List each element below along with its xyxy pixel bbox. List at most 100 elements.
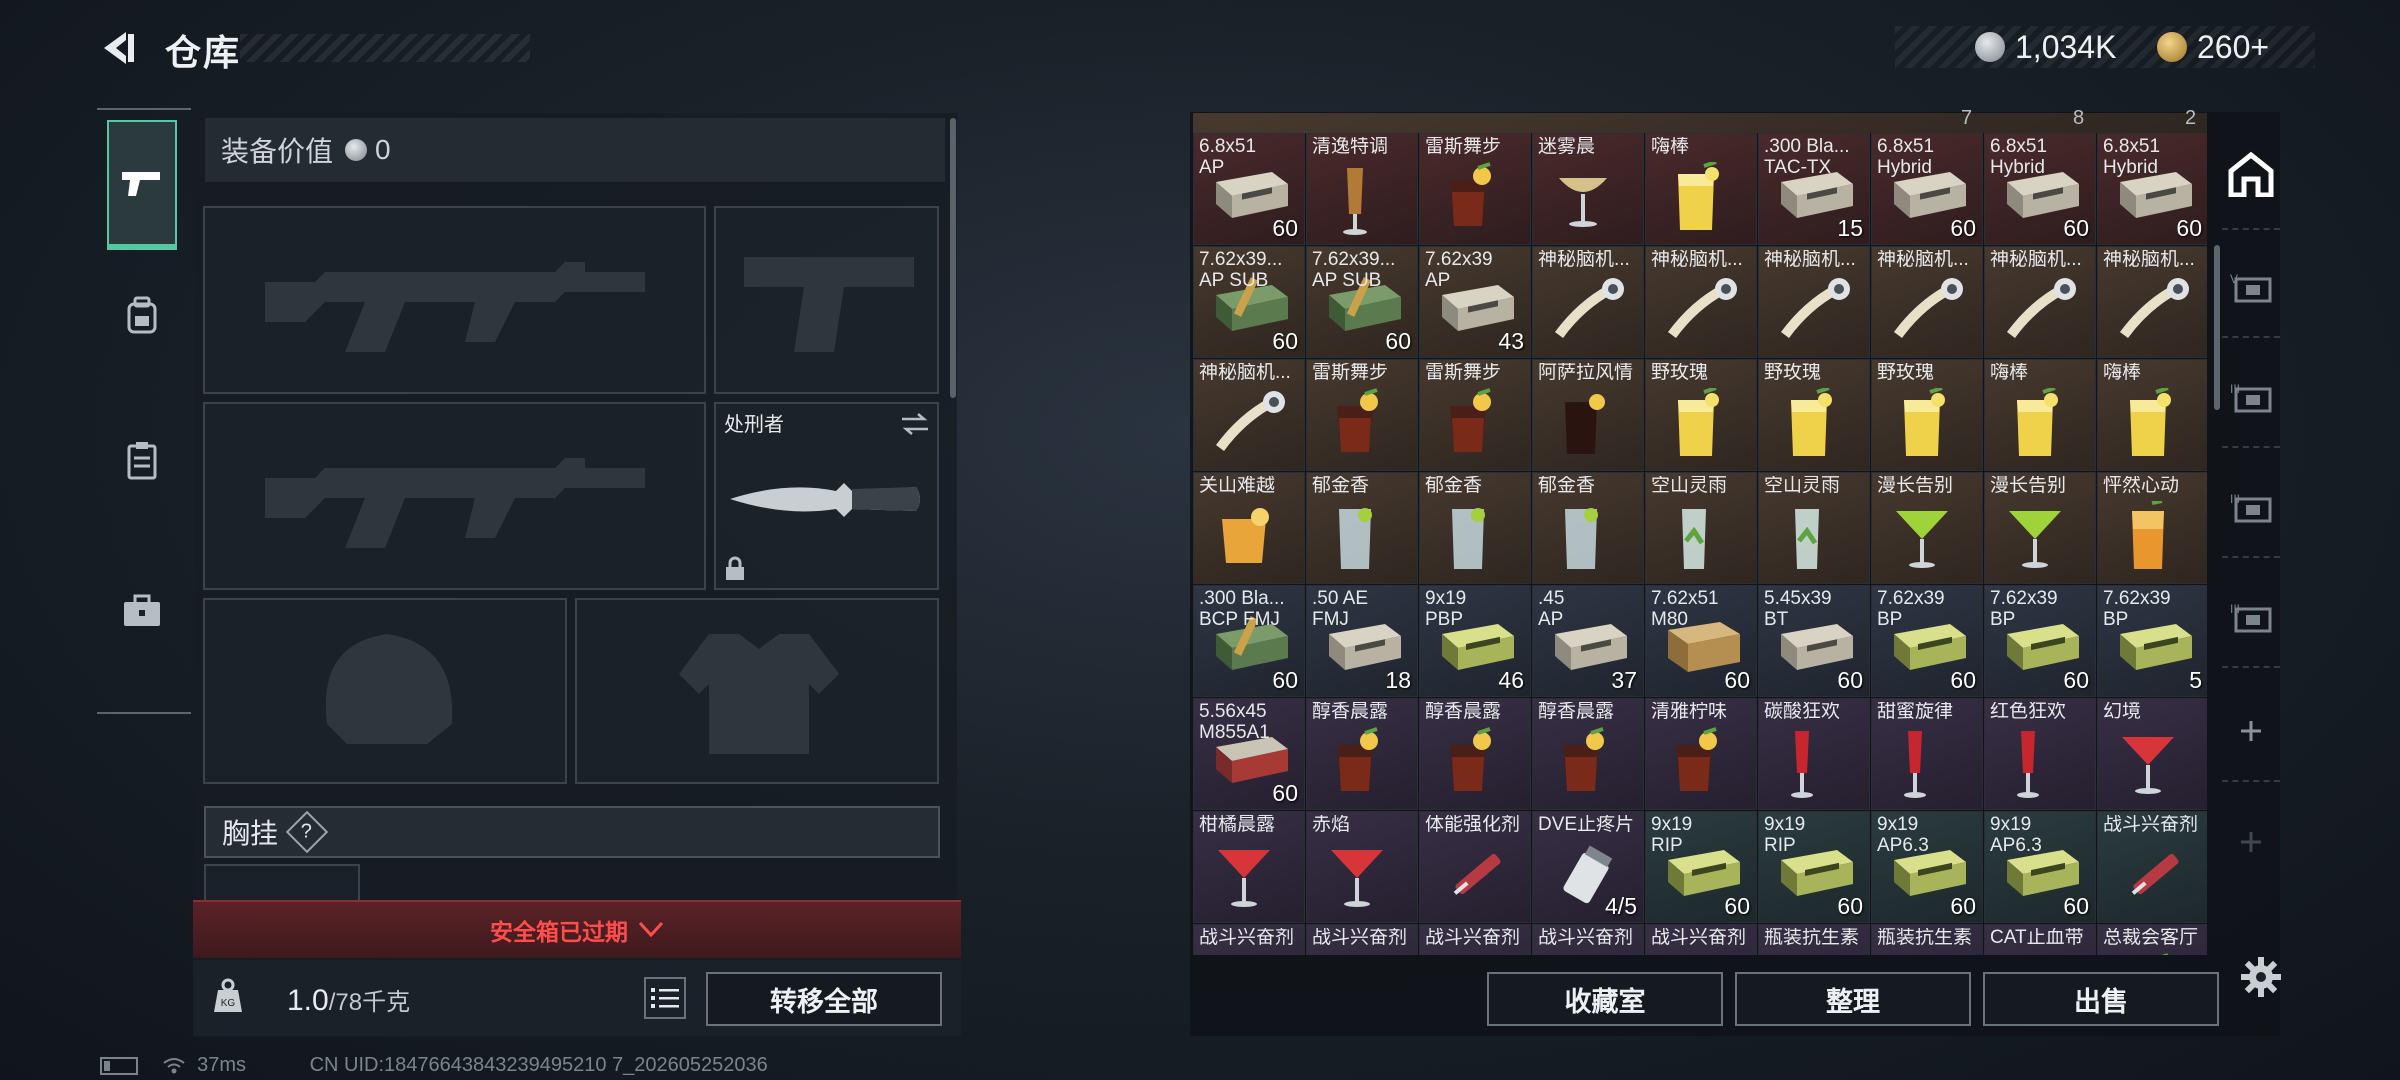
stash-item[interactable]: 醇香晨露	[1306, 698, 1418, 810]
nav-weapons[interactable]	[107, 120, 177, 250]
gold-currency[interactable]: 260+	[2157, 26, 2269, 68]
stash-item[interactable]: 清逸特调	[1306, 133, 1418, 245]
stash-item[interactable]: 嗨棒	[2097, 359, 2207, 471]
stash-item[interactable]: 7.62x39... AP SUB 60	[1193, 246, 1305, 358]
stash-item[interactable]: 6.8x51 Hybrid 60	[2097, 133, 2207, 245]
stash-item[interactable]: 雷斯舞步	[1419, 133, 1531, 245]
stash-item[interactable]: 神秘脑机...	[1645, 246, 1757, 358]
stash-item[interactable]: 神秘脑机...	[1193, 359, 1305, 471]
stash-item[interactable]: 神秘脑机...	[1984, 246, 2096, 358]
safebox-expired-banner[interactable]: 安全箱已过期	[193, 900, 961, 958]
stash-item[interactable]: DVE止疼片 4/5	[1532, 811, 1644, 923]
stash-item[interactable]: 战斗兴奋剂	[1419, 924, 1531, 955]
sort-button[interactable]: 整理	[1735, 972, 1971, 1026]
stash-item[interactable]: 神秘脑机...	[1532, 246, 1644, 358]
stash-scrollbar[interactable]	[2214, 245, 2220, 410]
helmet-slot[interactable]	[203, 598, 567, 784]
stash-item[interactable]: 漫长告别	[1871, 472, 1983, 584]
stash-item[interactable]: 神秘脑机...	[2097, 246, 2207, 358]
stash-item[interactable]: 雷斯舞步	[1306, 359, 1418, 471]
stash-item[interactable]: 7.62x39 BP 60	[1871, 585, 1983, 697]
primary-weapon-slot-2[interactable]	[203, 402, 706, 590]
stash-item[interactable]: 7.62x39 BP 60	[1984, 585, 2096, 697]
stash-item[interactable]: .50 AE FMJ 18	[1306, 585, 1418, 697]
stash-item[interactable]: 瓶装抗生素	[1871, 924, 1983, 955]
stash-item[interactable]: 9x19 RIP 60	[1645, 811, 1757, 923]
stash-item[interactable]: 6.8x51 Hybrid 60	[1871, 133, 1983, 245]
stash-item[interactable]: 嗨棒	[1984, 359, 2096, 471]
rail-add-storage[interactable]	[2222, 682, 2280, 782]
stash-item[interactable]: 神秘脑机...	[1871, 246, 1983, 358]
stash-item[interactable]: CAT止血带	[1984, 924, 2096, 955]
stash-item[interactable]: 关山难越	[1193, 472, 1305, 584]
equipment-scrollbar[interactable]	[950, 118, 956, 398]
stash-item[interactable]: 雷斯舞步	[1419, 359, 1531, 471]
swap-icon[interactable]	[900, 412, 930, 436]
stash-item[interactable]: .45 AP 37	[1532, 585, 1644, 697]
nav-vest[interactable]	[107, 396, 177, 526]
stash-item[interactable]: 郁金香	[1306, 472, 1418, 584]
list-view-button[interactable]	[644, 977, 686, 1019]
stash-item[interactable]: 野玫瑰	[1758, 359, 1870, 471]
silver-currency[interactable]: 1,034K	[1975, 26, 2116, 68]
rail-storage-3b[interactable]: III	[2222, 458, 2280, 558]
stash-item[interactable]: 醇香晨露	[1532, 698, 1644, 810]
collection-button[interactable]: 收藏室	[1487, 972, 1723, 1026]
stash-item[interactable]: 7.62x39 BP 5	[2097, 585, 2207, 697]
back-button[interactable]	[96, 26, 140, 70]
melee-slot[interactable]: 处刑者	[714, 402, 939, 590]
transfer-all-button[interactable]: 转移全部	[706, 972, 942, 1026]
stash-item[interactable]: 7.62x51 M80 60	[1645, 585, 1757, 697]
rail-all-storage[interactable]	[2222, 120, 2280, 230]
stash-item[interactable]: 5.45x39 BT 60	[1758, 585, 1870, 697]
rail-storage-3c[interactable]: III	[2222, 568, 2280, 668]
stash-item[interactable]: 6.8x51 Hybrid 60	[1984, 133, 2096, 245]
stash-item[interactable]: 战斗兴奋剂	[1645, 924, 1757, 955]
stash-item[interactable]: 野玫瑰	[1645, 359, 1757, 471]
stash-item[interactable]: 9x19 PBP 46	[1419, 585, 1531, 697]
chest-rig-header[interactable]: 胸挂 ?	[204, 806, 940, 858]
stash-item[interactable]: 赤焰	[1306, 811, 1418, 923]
stash-item[interactable]: 战斗兴奋剂	[1306, 924, 1418, 955]
stash-item[interactable]: 碳酸狂欢	[1758, 698, 1870, 810]
rail-storage-3a[interactable]: III	[2222, 348, 2280, 448]
stash-item[interactable]: 红色狂欢	[1984, 698, 2096, 810]
armor-slot[interactable]	[575, 598, 939, 784]
stash-item[interactable]: 战斗兴奋剂	[1532, 924, 1644, 955]
stash-item[interactable]: 6.8x51 AP 60	[1193, 133, 1305, 245]
primary-weapon-slot-1[interactable]	[203, 206, 706, 394]
stash-item[interactable]: 战斗兴奋剂	[1193, 924, 1305, 955]
stash-item[interactable]: 柑橘晨露	[1193, 811, 1305, 923]
rail-storage-5[interactable]: V	[2222, 238, 2280, 338]
stash-item[interactable]: .300 Bla... BCP FMJ 60	[1193, 585, 1305, 697]
stash-item[interactable]: 总裁会客厅	[2097, 924, 2207, 955]
stash-item[interactable]: 甜蜜旋律	[1871, 698, 1983, 810]
stash-item[interactable]: 幻境	[2097, 698, 2207, 810]
stash-item[interactable]: 郁金香	[1419, 472, 1531, 584]
stash-item[interactable]: 9x19 AP6.3 60	[1871, 811, 1983, 923]
stash-item[interactable]: 空山灵雨	[1645, 472, 1757, 584]
stash-item[interactable]: 阿萨拉风情	[1532, 359, 1644, 471]
stash-item[interactable]: 漫长告别	[1984, 472, 2096, 584]
stash-item[interactable]: 清雅柠味	[1645, 698, 1757, 810]
stash-item[interactable]: 9x19 RIP 60	[1758, 811, 1870, 923]
nav-backpack[interactable]	[107, 250, 177, 380]
stash-item[interactable]: 瓶装抗生素	[1758, 924, 1870, 955]
stash-item[interactable]: 怦然心动	[2097, 472, 2207, 584]
help-icon[interactable]: ?	[285, 810, 329, 854]
stash-item[interactable]: 空山灵雨	[1758, 472, 1870, 584]
stash-item[interactable]: 郁金香	[1532, 472, 1644, 584]
chest-rig-slot[interactable]	[204, 864, 360, 904]
stash-item[interactable]: 嗨棒	[1645, 133, 1757, 245]
stash-item[interactable]: 体能强化剂	[1419, 811, 1531, 923]
stash-item[interactable]: 战斗兴奋剂	[2097, 811, 2207, 923]
stash-item[interactable]: .300 Bla... TAC-TX 15	[1758, 133, 1870, 245]
stash-item[interactable]: 5.56x45 M855A1 60	[1193, 698, 1305, 810]
sell-button[interactable]: 出售	[1983, 972, 2219, 1026]
stash-item[interactable]: 野玫瑰	[1871, 359, 1983, 471]
settings-button[interactable]	[2240, 956, 2282, 998]
stash-item[interactable]: 7.62x39 AP 43	[1419, 246, 1531, 358]
stash-item[interactable]: 神秘脑机...	[1758, 246, 1870, 358]
stash-item[interactable]: 9x19 AP6.3 60	[1984, 811, 2096, 923]
stash-item[interactable]: 7.62x39... AP SUB 60	[1306, 246, 1418, 358]
